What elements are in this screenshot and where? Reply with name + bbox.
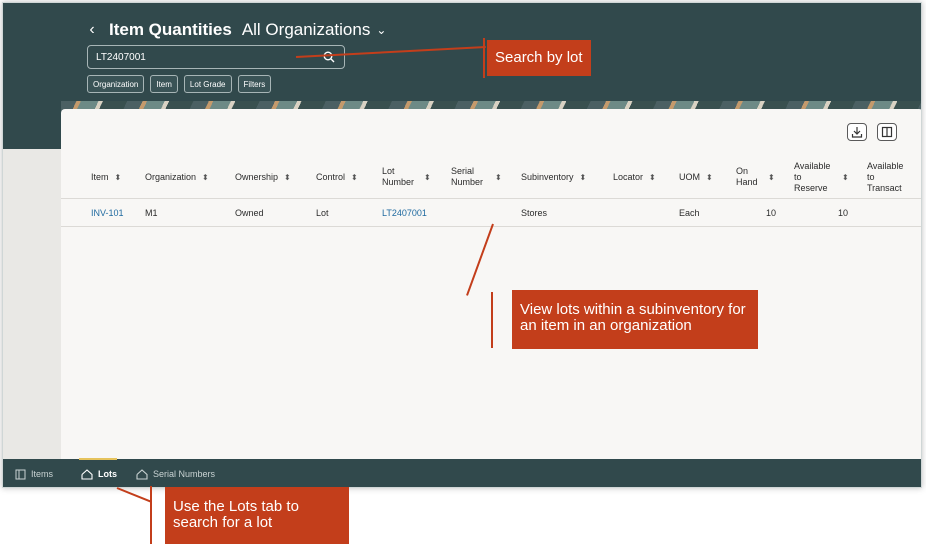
cell-organization: M1 [145,208,158,218]
column-header-subinventory[interactable]: Subinventory ⬍ [521,155,586,199]
sort-icon[interactable]: ⬍ [706,173,713,182]
column-header-locator[interactable]: Locator ⬍ [613,155,656,199]
cell-item[interactable]: INV-101 [91,199,124,227]
cell-subinventory: Stores [521,208,548,218]
home-icon [136,468,148,480]
callout-connector [491,292,493,348]
tab-label: Lots [98,469,117,479]
cell-uom: Each [679,208,700,218]
sort-icon[interactable]: ⬍ [115,173,122,182]
filter-chip-filters[interactable]: Filters [237,75,272,93]
chevron-down-icon[interactable]: ⌄ [376,23,386,37]
cell-on-hand: 10 [765,208,776,218]
callout-connector [150,486,152,544]
callout-search: Search by lot [487,40,591,76]
callout-connector [116,487,151,503]
sort-icon[interactable]: ⬍ [768,173,775,182]
cell-ownership: Owned [235,208,264,218]
bottom-tab-bar: Items Lots Serial Numbers [3,459,921,487]
column-header-serial-number[interactable]: Serial Number ⬍ [451,155,502,199]
organization-selector[interactable]: All Organizations [242,20,371,40]
column-header-available-to-transact[interactable]: Available to Transact [867,155,911,199]
column-header-uom[interactable]: UOM ⬍ [679,155,713,199]
sort-icon[interactable]: ⬍ [424,173,431,182]
column-header-item[interactable]: Item ⬍ [91,155,121,199]
column-header-ownership[interactable]: Ownership ⬍ [235,155,291,199]
tab-items[interactable]: Items [15,459,54,487]
download-icon [851,127,863,138]
columns-button[interactable] [877,123,897,141]
columns-icon [881,126,893,138]
panel-icon [15,469,26,479]
sort-icon[interactable]: ⬍ [202,173,209,182]
title-row: ‹ Item Quantities All Organizations ⌄ [85,17,386,43]
sort-icon[interactable]: ⬍ [284,173,291,182]
column-header-control[interactable]: Control ⬍ [316,155,358,199]
column-header-organization[interactable]: Organization ⬍ [145,155,209,199]
sort-icon[interactable]: ⬍ [842,173,849,182]
column-header-available-to-reserve[interactable]: Available to Reserve ⬍ [794,155,849,199]
app-window: ‹ Item Quantities All Organizations ⌄ Or… [2,2,922,488]
callout-connector [483,38,485,78]
search-icon[interactable] [322,50,336,64]
column-header-lot-number[interactable]: Lot Number ⬍ [382,155,431,199]
filter-chip-lot-grade[interactable]: Lot Grade [183,75,232,93]
sort-icon[interactable]: ⬍ [649,173,656,182]
tab-label: Serial Numbers [153,469,216,479]
callout-subinventory: View lots within a subinventory for an i… [512,290,758,349]
sort-icon[interactable]: ⬍ [580,173,587,182]
results-panel: Item ⬍ Organization ⬍ Ownership ⬍ Control ⬍ … [61,109,921,459]
active-tab-indicator [79,458,117,460]
cell-control: Lot [316,208,329,218]
sort-icon[interactable]: ⬍ [495,173,502,182]
background-pattern [3,149,61,459]
column-header-on-hand[interactable]: On Hand ⬍ [736,155,775,199]
cell-available-to-reserve: 10 [837,208,848,218]
filter-chip-item[interactable]: Item [150,75,178,93]
home-icon [81,468,93,480]
filter-chips: Organization Item Lot Grade Filters [87,75,272,93]
tab-serial-numbers[interactable]: Serial Numbers [136,459,216,487]
page-title: Item Quantities [109,20,232,39]
sort-icon[interactable]: ⬍ [351,173,358,182]
tab-lots[interactable]: Lots [81,459,117,487]
callout-lots-tab: Use the Lots tab to search for a lot [165,487,349,544]
search-input[interactable] [96,51,322,63]
filter-chip-organization[interactable]: Organization [87,75,145,93]
table-header: Item ⬍ Organization ⬍ Ownership ⬍ Control ⬍ … [61,155,921,199]
tab-label: Items [31,469,54,479]
chevron-left-icon[interactable]: ‹ [85,21,99,39]
cell-lot-number[interactable]: LT2407001 [382,199,427,227]
download-button[interactable] [847,123,867,141]
